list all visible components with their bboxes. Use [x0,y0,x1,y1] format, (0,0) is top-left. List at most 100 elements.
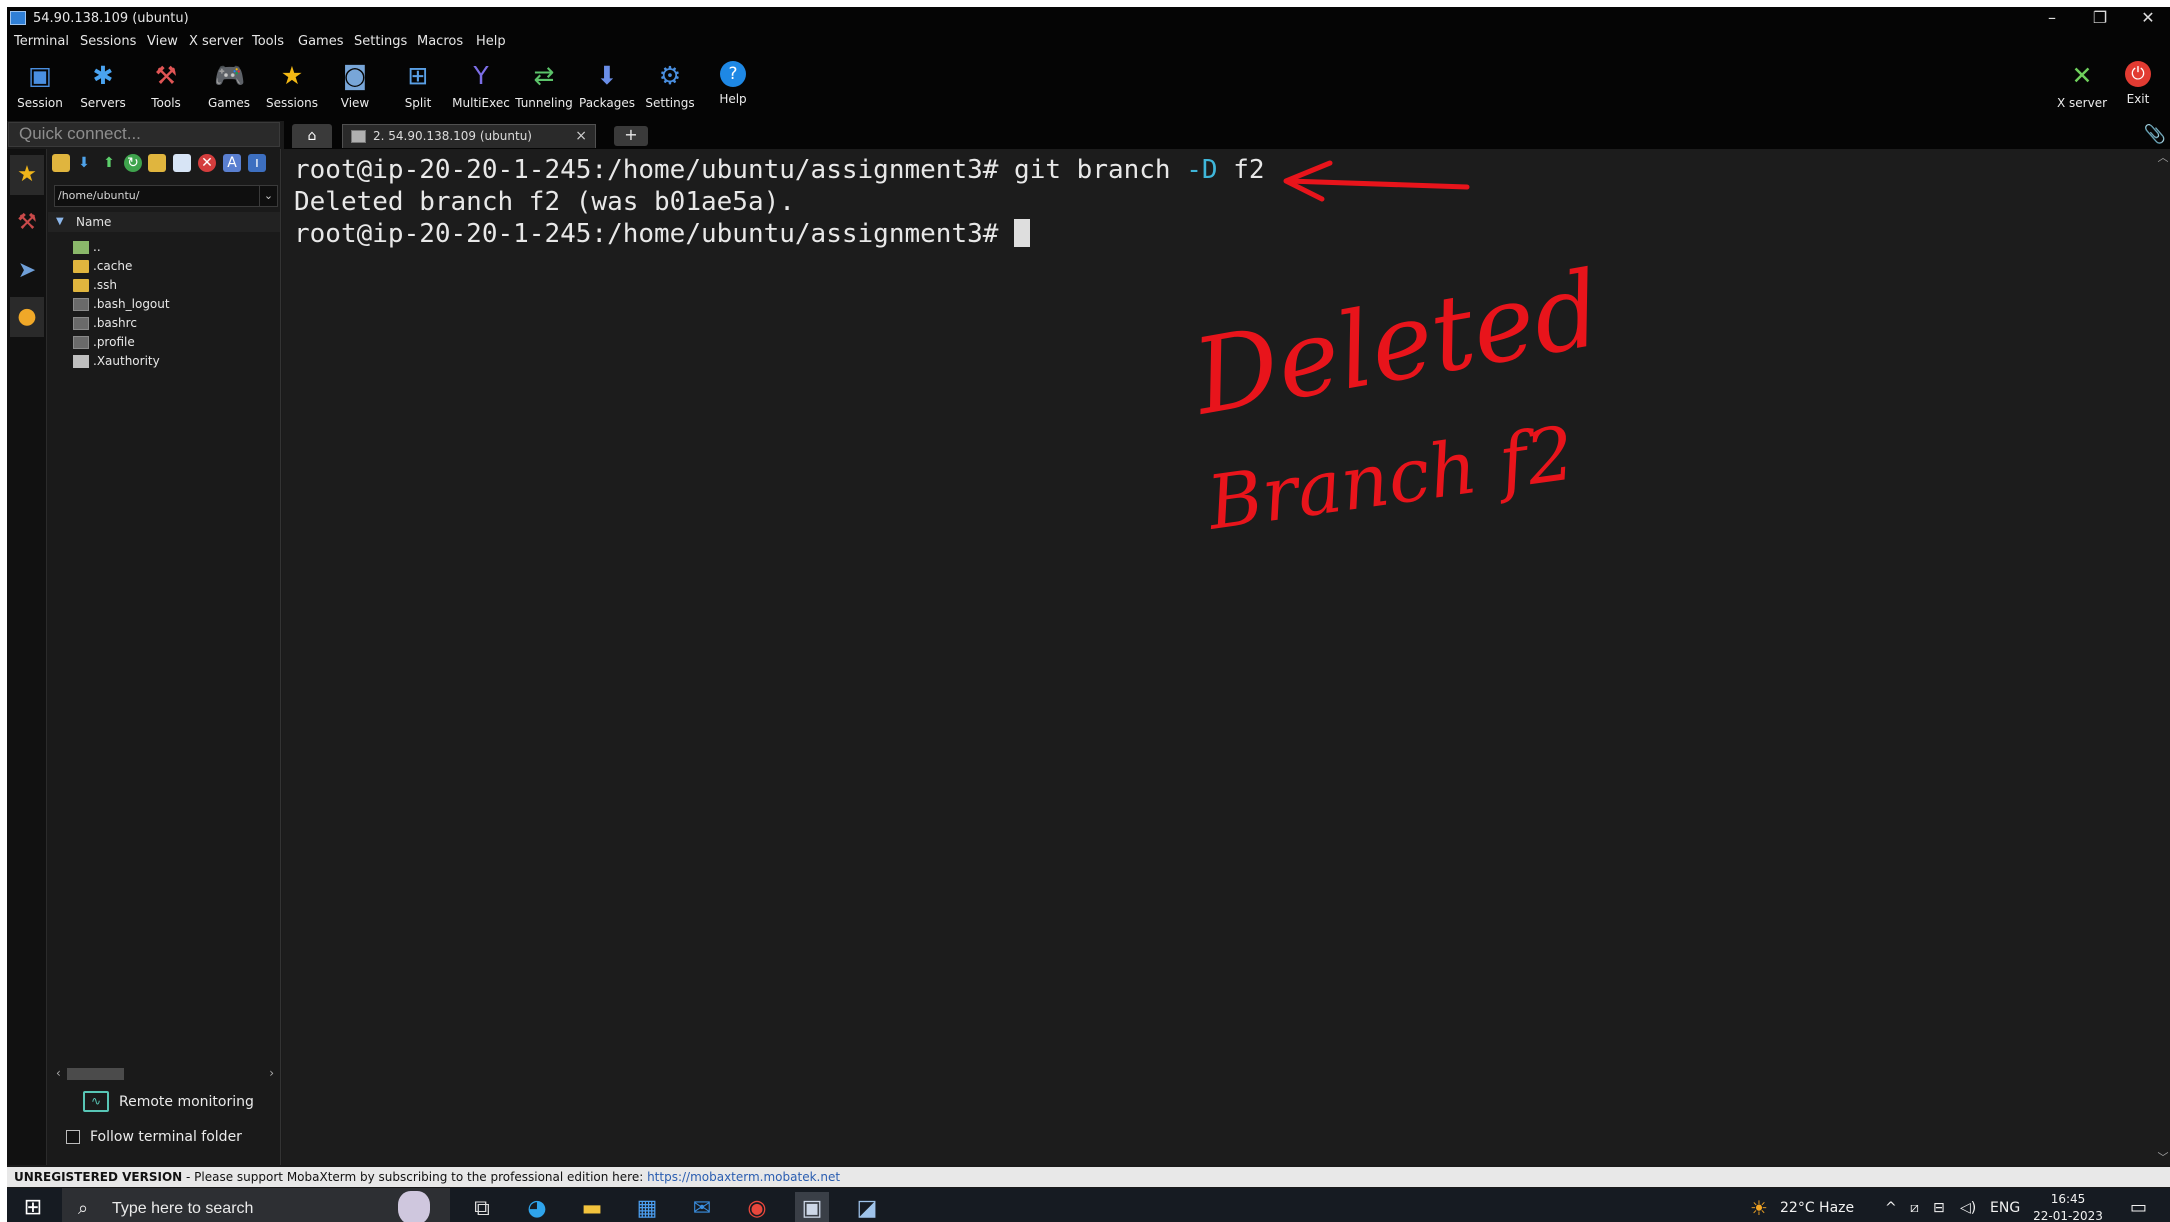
quick-connect-input[interactable]: Quick connect... [8,122,280,147]
list-item[interactable]: .profile [73,333,135,352]
file-icon [73,298,89,311]
permissions-icon[interactable]: ı [248,154,266,172]
sidebar-rail: ★ ⚒ ➤ ● [7,149,47,1165]
chevron-right-icon[interactable]: › [269,1065,274,1082]
scrollbar-thumb[interactable] [67,1068,124,1080]
tunneling-button[interactable]: ⇄ Tunneling [513,59,575,119]
status-bar: UNREGISTERED VERSION - Please support Mo… [7,1167,2170,1187]
sort-triangle-icon: ▼ [56,216,64,227]
session-tab-label: 2. 54.90.138.109 (ubuntu) [373,129,532,143]
text-icon[interactable]: A [223,154,241,172]
new-tab-button[interactable]: + [614,126,648,146]
delete-icon[interactable]: ✕ [198,154,216,172]
chevron-up-icon[interactable]: ^ [1885,1200,1897,1216]
weather-text[interactable]: 22°C Haze [1780,1200,1854,1216]
chevron-left-icon[interactable]: ‹ [56,1065,61,1082]
send-icon[interactable]: ➤ [10,251,44,291]
menu-terminal[interactable]: Terminal [14,34,69,49]
chevron-down-icon[interactable]: ⌄ [259,186,277,206]
volume-icon[interactable]: ◁) [1960,1200,1976,1216]
menu-view[interactable]: View [147,34,178,49]
terminal-pane[interactable]: root@ip-20-20-1-245:/home/ubuntu/assignm… [282,149,2170,1165]
mail-icon[interactable]: ✉ [685,1192,719,1222]
remote-monitoring-button[interactable]: ∿ Remote monitoring [83,1091,254,1113]
xserver-icon: ✕ [2071,61,2093,90]
edge-icon[interactable]: ◕ [520,1192,554,1222]
settings-button[interactable]: ⚙ Settings [639,59,701,119]
mobaxterm-window: 54.90.138.109 (ubuntu) – ❐ ✕ Terminal Se… [7,7,2170,1222]
annotation-word-deleted: Deleted [1183,247,1610,439]
meet-now-icon[interactable]: ⧄ [1910,1200,1919,1216]
handwritten-annotation: Deleted Branch f2 [1183,160,1610,547]
chrome-icon[interactable]: ◉ [740,1192,774,1222]
file-explorer-icon[interactable]: ▬ [575,1192,609,1222]
tools-rail-icon[interactable]: ⚒ [10,203,44,243]
xserver-button[interactable]: ✕ X server [2051,59,2113,119]
paperclip-icon[interactable]: 📎 [2144,124,2166,145]
horizontal-scrollbar[interactable]: ‹ › [56,1065,274,1082]
list-item[interactable]: .ssh [73,276,117,295]
new-folder-icon[interactable] [148,154,166,172]
sessions-star-icon[interactable]: ★ [10,155,44,195]
tools-button[interactable]: ⚒ Tools [135,59,197,119]
follow-terminal-folder-checkbox[interactable]: Follow terminal folder [66,1127,242,1147]
list-item[interactable]: .Xauthority [73,352,160,371]
folder-up-icon[interactable] [52,154,70,172]
mobaxterm-taskbar-icon[interactable]: ▣ [795,1192,829,1222]
column-header-name[interactable]: ▼ Name [48,212,280,232]
sftp-globe-icon[interactable]: ● [10,297,44,337]
path-field[interactable]: /home/ubuntu/ ⌄ [54,185,278,207]
close-button[interactable]: ✕ [2123,7,2170,31]
split-button[interactable]: ⊞ Split [387,59,449,119]
menu-tools[interactable]: Tools [252,34,284,49]
tab-close-icon[interactable]: × [575,125,587,147]
menu-sessions[interactable]: Sessions [80,34,136,49]
windows-start-icon[interactable]: ⊞ [21,1196,45,1220]
upload-icon[interactable]: ⬆ [100,154,118,172]
notes-icon[interactable]: ◪ [850,1192,884,1222]
task-view-icon[interactable]: ⧉ [465,1192,499,1222]
vertical-scrollbar[interactable]: ︿ ﹀ [2156,149,2170,1165]
menu-games[interactable]: Games [298,34,343,49]
list-item[interactable]: .cache [73,257,132,276]
session-tab[interactable]: 2. 54.90.138.109 (ubuntu) × [342,124,596,148]
session-button[interactable]: ▣ Session [9,59,71,119]
mobatek-link[interactable]: https://mobaxterm.mobatek.net [647,1170,840,1184]
minimize-button[interactable]: – [2027,7,2077,31]
help-button[interactable]: ? Help [702,59,764,119]
store-icon[interactable]: ▦ [630,1192,664,1222]
folder-icon [73,260,89,273]
exit-button[interactable]: ⏻ Exit [2107,59,2169,119]
servers-button[interactable]: ✱ Servers [72,59,134,119]
menu-macros[interactable]: Macros [417,34,463,49]
menu-settings[interactable]: Settings [354,34,407,49]
view-button[interactable]: ◙ View [324,59,386,119]
split-icon: ⊞ [407,61,429,90]
network-icon[interactable]: ⊟ [1933,1200,1945,1216]
windows-taskbar: ⊞ ⌕ Type here to search ⧉ ◕ ▬ ▦ ✉ ◉ ▣ ◪ … [7,1188,2170,1222]
refresh-icon[interactable]: ↻ [124,154,142,172]
scroll-down-icon[interactable]: ﹀ [2156,1149,2170,1165]
notifications-icon[interactable]: ▭ [2130,1197,2147,1218]
file-icon [73,317,89,330]
sessions-button[interactable]: ★ Sessions [261,59,323,119]
new-file-icon[interactable] [173,154,191,172]
list-item[interactable]: .bashrc [73,314,137,333]
app-icon [10,11,26,25]
menu-bar: Terminal Sessions View X server Tools Ga… [7,31,2170,53]
games-button[interactable]: 🎮 Games [198,59,260,119]
menu-help[interactable]: Help [476,34,506,49]
checkbox[interactable] [66,1130,80,1144]
language-indicator[interactable]: ENG [1990,1200,2020,1216]
list-item[interactable]: .bash_logout [73,295,170,314]
packages-button[interactable]: ⬇ Packages [576,59,638,119]
restore-button[interactable]: ❐ [2075,7,2125,31]
menu-xserver[interactable]: X server [189,34,243,49]
multiexec-button[interactable]: Y MultiExec [450,59,512,119]
taskbar-clock[interactable]: 16:45 22-01-2023 [2028,1191,2108,1222]
download-icon[interactable]: ⬇ [75,154,93,172]
taskbar-search[interactable]: ⌕ Type here to search [62,1188,450,1222]
list-item[interactable]: .. [73,238,101,257]
home-tab[interactable]: ⌂ [292,124,332,148]
scroll-up-icon[interactable]: ︿ [2156,149,2170,165]
